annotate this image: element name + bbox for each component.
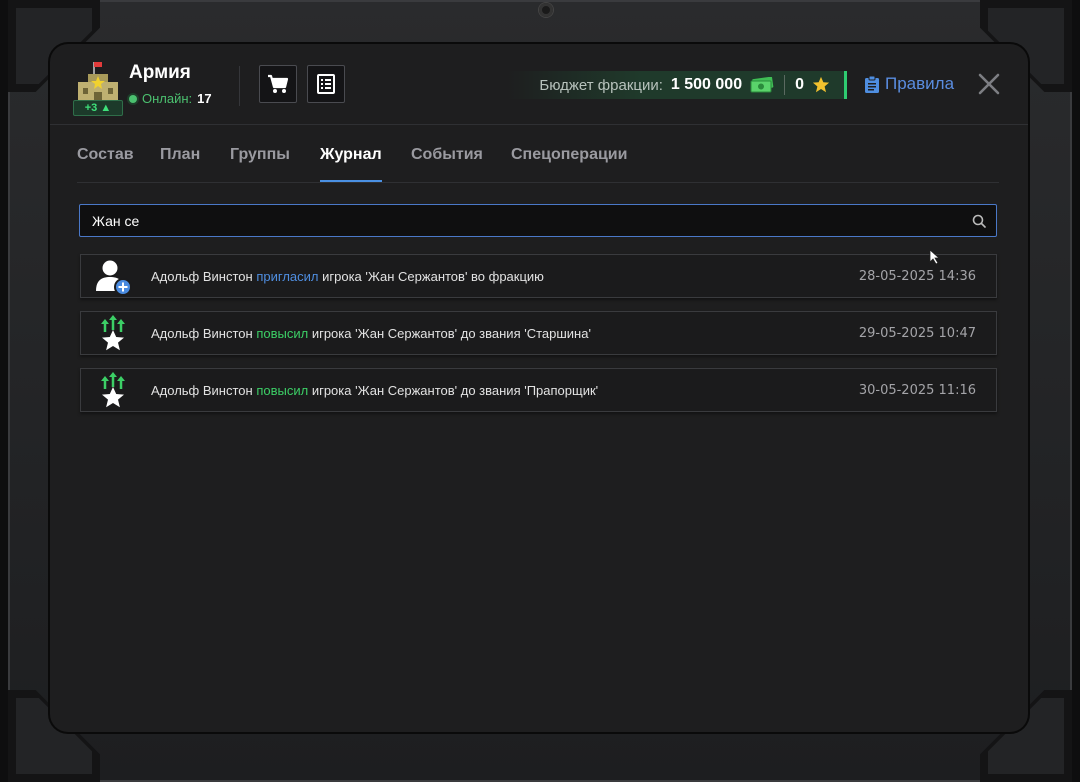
camera-lens xyxy=(539,3,553,17)
tab-events[interactable]: События xyxy=(411,146,483,182)
list-item: Адольф Винстон повысил игрока 'Жан Сержа… xyxy=(80,311,997,355)
log-actor: Адольф Винстон xyxy=(151,383,253,398)
log-message: Адольф Винстон повысил игрока 'Жан Сержа… xyxy=(151,326,591,341)
log-action: повысил xyxy=(256,326,309,341)
rules-label: Правила xyxy=(885,74,955,93)
header-divider xyxy=(239,66,240,106)
log-details: игрока 'Жан Сержантов' во фракцию xyxy=(322,269,544,284)
log-actor: Адольф Винстон xyxy=(151,326,253,341)
online-label: Онлайн: xyxy=(142,91,193,106)
online-dot-icon xyxy=(129,94,137,103)
stars-value: 0 xyxy=(795,76,804,93)
badge-value: +3 xyxy=(84,102,98,114)
budget-label: Бюджет фракции: xyxy=(539,76,663,94)
tab-special-ops[interactable]: Спецоперации xyxy=(511,146,627,182)
budget-value: 1 500 000 xyxy=(670,76,743,93)
star-icon xyxy=(812,76,830,93)
log-timestamp: 28-05-2025 14:36 xyxy=(858,269,976,284)
user-add-icon xyxy=(96,260,132,296)
list-item: Адольф Винстон повысил игрока 'Жан Сержа… xyxy=(80,368,997,412)
log-action: повысил xyxy=(256,383,309,398)
online-status: Онлайн: 17 xyxy=(129,91,212,106)
document-list-icon xyxy=(317,74,335,94)
ledger-button[interactable] xyxy=(307,65,345,103)
budget-divider xyxy=(784,75,786,95)
log-search xyxy=(79,204,997,237)
clipboard-icon xyxy=(865,75,879,93)
tab-plan[interactable]: План xyxy=(160,146,200,182)
close-icon[interactable] xyxy=(977,72,1001,96)
log-action: пригласил xyxy=(256,269,319,284)
faction-budget: Бюджет фракции: 1 500 000 0 xyxy=(507,71,847,99)
tab-bar: Состав План Группы Журнал События Спецоп… xyxy=(77,124,999,183)
log-actor: Адольф Винстон xyxy=(151,269,253,284)
search-input[interactable] xyxy=(92,205,952,236)
mouse-pointer-icon xyxy=(929,249,941,265)
tab-groups[interactable]: Группы xyxy=(230,146,290,182)
journal-list: Адольф Винстон пригласил игрока 'Жан Сер… xyxy=(80,254,997,425)
shop-button[interactable] xyxy=(259,65,297,103)
log-message: Адольф Винстон пригласил игрока 'Жан Сер… xyxy=(151,269,544,284)
tab-journal[interactable]: Журнал xyxy=(320,146,382,182)
rules-link[interactable]: Правила xyxy=(865,74,954,94)
faction-name: Армия xyxy=(129,62,191,83)
shopping-cart-icon xyxy=(268,74,289,93)
log-timestamp: 30-05-2025 11:16 xyxy=(858,383,976,398)
faction-panel: +3 ▲ Армия Онлайн: 17 Бюджет фракции: 1 … xyxy=(50,44,1028,732)
cash-icon xyxy=(750,77,774,93)
search-icon[interactable] xyxy=(972,214,986,228)
panel-header: +3 ▲ Армия Онлайн: 17 Бюджет фракции: 1 … xyxy=(50,44,1028,125)
log-details: игрока 'Жан Сержантов' до звания 'Старши… xyxy=(311,326,591,341)
log-timestamp: 29-05-2025 10:47 xyxy=(858,326,976,341)
rank-up-icon xyxy=(101,315,125,351)
rank-up-icon xyxy=(101,372,125,408)
online-count: 17 xyxy=(197,91,212,106)
log-message: Адольф Винстон повысил игрока 'Жан Сержа… xyxy=(151,383,598,398)
list-item: Адольф Винстон пригласил игрока 'Жан Сер… xyxy=(80,254,997,298)
log-details: игрока 'Жан Сержантов' до звания 'Прапор… xyxy=(311,383,599,398)
caret-up-icon: ▲ xyxy=(100,102,112,114)
tab-sostav[interactable]: Состав xyxy=(77,146,134,182)
faction-level-badge: +3 ▲ xyxy=(73,100,123,116)
